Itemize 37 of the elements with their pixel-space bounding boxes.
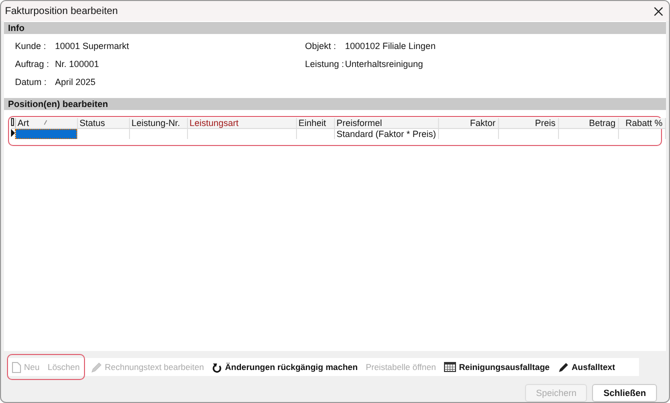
field-label: Kunde : — [15, 41, 48, 51]
column-header[interactable]: Faktor — [438, 118, 498, 128]
column-header[interactable]: Art — [15, 118, 77, 128]
section-header: Position(en) bearbeiten — [4, 98, 666, 110]
close-icon[interactable] — [654, 6, 663, 16]
field-value: April 2025 — [55, 77, 96, 87]
column-header[interactable]: Status — [77, 118, 129, 128]
field-label: Datum : — [15, 77, 48, 87]
toolbar-button[interactable]: Änderungen rückgängig machen — [208, 358, 362, 376]
column-header[interactable]: Rabatt % — [618, 118, 665, 128]
undo-icon — [212, 362, 222, 372]
column-header[interactable]: Leistungsart — [187, 118, 296, 128]
toolbar-button[interactable]: Reinigungsausfalltage — [440, 358, 554, 376]
field-value: Nr. 100001 — [55, 59, 100, 69]
calendar-icon — [444, 362, 456, 372]
field-value: Unterhaltsreinigung — [345, 59, 424, 69]
section-header: Info — [4, 22, 666, 34]
field-value: 1000102 Filiale Lingen — [345, 41, 436, 51]
field-label: Auftrag : — [15, 59, 50, 69]
table-cell[interactable]: Standard (Faktor * Preis) — [334, 128, 438, 139]
sort-icon — [44, 120, 46, 125]
column-header[interactable]: Preisformel — [334, 118, 438, 128]
column-header[interactable]: Einheit — [296, 118, 334, 128]
field-label: Leistung : — [305, 59, 345, 69]
column-header[interactable]: Leistung-Nr. — [129, 118, 187, 128]
field-value: 10001 Supermarkt — [55, 41, 130, 51]
column-header[interactable]: Preis — [498, 118, 558, 128]
window-title: Fakturposition bearbeiten — [5, 6, 118, 16]
document-icon — [12, 362, 21, 372]
select-all-icon[interactable] — [11, 118, 14, 126]
pen-icon — [558, 362, 569, 372]
column-header[interactable]: Betrag — [558, 118, 618, 128]
table-cell[interactable] — [15, 128, 77, 139]
dialog-button[interactable]: Schließen — [592, 384, 657, 402]
toolbar-button[interactable]: Ausfalltext — [554, 358, 620, 376]
field-label: Objekt : — [305, 41, 338, 51]
pencil-icon — [90, 362, 102, 372]
